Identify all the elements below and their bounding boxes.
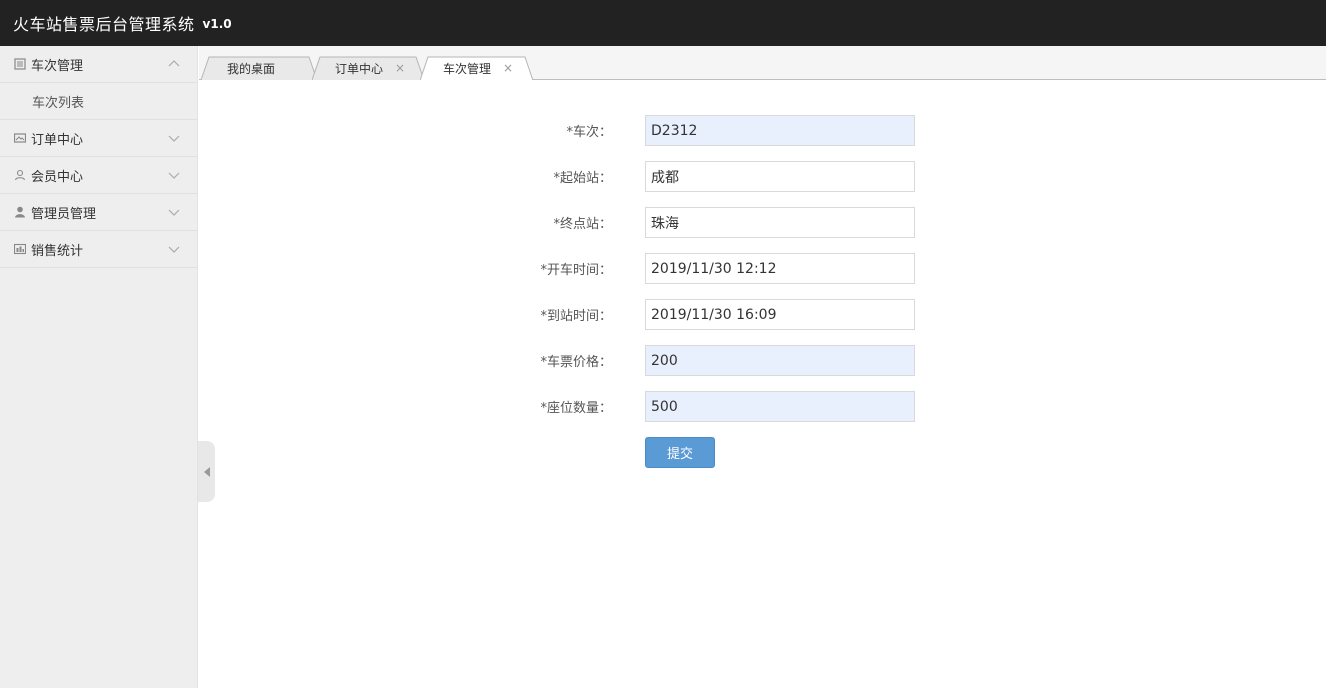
sidebar-item-train-management[interactable]: 车次管理 [0, 46, 197, 83]
close-icon[interactable]: × [395, 61, 405, 75]
sidebar-item-admin-management[interactable]: 管理员管理 [0, 194, 197, 231]
sidebar-collapse-handle[interactable] [198, 441, 215, 502]
arrival-time-input[interactable] [645, 299, 915, 330]
chart-icon [13, 242, 27, 256]
sidebar-subitem-label: 车次列表 [32, 95, 85, 111]
departure-time-input[interactable] [645, 253, 915, 284]
tab-label: 我的桌面 [227, 61, 276, 76]
sidebar-item-label: 管理员管理 [31, 206, 97, 222]
tab-train-management[interactable]: 车次管理 × [420, 56, 533, 80]
app-title: 火车站售票后台管理系统 [13, 15, 195, 34]
field-label-start-station: *起始站： [553, 171, 612, 186]
sidebar-item-order-center[interactable]: 订单中心 [0, 120, 197, 157]
start-station-input[interactable] [645, 161, 915, 192]
chevron-down-icon [168, 135, 180, 142]
sidebar-item-label: 销售统计 [31, 243, 84, 259]
chevron-up-icon [168, 60, 180, 67]
sidebar-item-label: 会员中心 [31, 169, 84, 185]
sidebar-item-label: 订单中心 [31, 132, 84, 148]
list-icon [13, 57, 27, 71]
app-version: v1.0 [202, 17, 232, 31]
sidebar: 车次管理 车次列表 订单中心 会员中心 管理员管理 销售统计 [0, 46, 198, 688]
chevron-down-icon [168, 172, 180, 179]
user-solid-icon [13, 205, 27, 219]
sidebar-item-label: 车次管理 [31, 58, 84, 74]
ticket-price-input[interactable] [645, 345, 915, 376]
field-label-end-station: *终点站： [553, 217, 612, 232]
seat-count-input[interactable] [645, 391, 915, 422]
tab-my-desktop[interactable]: 我的桌面 [201, 56, 317, 80]
field-label-train-number: *车次： [566, 125, 612, 140]
chevron-down-icon [168, 209, 180, 216]
field-label-seat-count: *座位数量： [540, 401, 612, 416]
sidebar-item-member-center[interactable]: 会员中心 [0, 157, 197, 194]
image-icon [13, 131, 27, 145]
tab-label: 订单中心 [335, 61, 384, 76]
train-number-input[interactable] [645, 115, 915, 146]
submit-button[interactable]: 提交 [645, 437, 715, 468]
chevron-down-icon [168, 246, 180, 253]
caret-left-icon [203, 466, 210, 477]
sidebar-subitem-train-list[interactable]: 车次列表 [0, 83, 197, 120]
tab-order-center[interactable]: 订单中心 × [312, 56, 424, 80]
close-icon[interactable]: × [503, 61, 513, 75]
end-station-input[interactable] [645, 207, 915, 238]
tab-bar: 我的桌面 订单中心 × 车次管理 × [199, 46, 1326, 80]
tab-label: 车次管理 [443, 61, 492, 76]
field-label-departure-time: *开车时间： [540, 263, 612, 278]
sidebar-item-sales-statistics[interactable]: 销售统计 [0, 231, 197, 268]
top-header: 火车站售票后台管理系统 v1.0 [0, 0, 1326, 46]
field-label-ticket-price: *车票价格： [540, 355, 612, 370]
field-label-arrival-time: *到站时间： [540, 309, 612, 324]
user-outline-icon [13, 168, 27, 182]
